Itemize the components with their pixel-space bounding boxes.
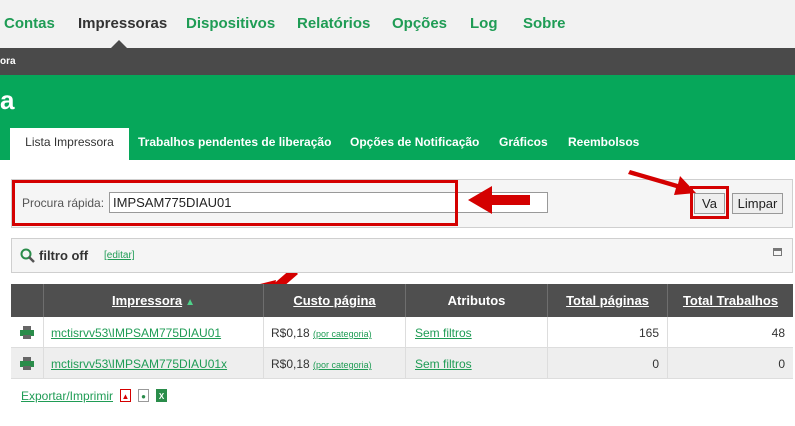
nav-opcoes[interactable]: Opções (392, 15, 447, 32)
cost-value: R$0,18 (271, 357, 310, 371)
table-header: Impressora ▲ Custo página Atributos Total… (11, 284, 793, 317)
tab-lista-impressora[interactable]: Lista Impressora (10, 128, 129, 160)
total-jobs-cell: 48 (667, 317, 793, 347)
column-header-atributos: Atributos (405, 284, 547, 317)
column-header-icon (11, 284, 43, 317)
pdf-icon[interactable]: ▲ (120, 389, 131, 402)
filter-status: filtro off (39, 248, 89, 263)
edit-filter-link[interactable]: [editar] (104, 250, 135, 261)
table-row: mctisrvv53\IMPSAM775DIAU01x R$0,18 (por … (11, 348, 793, 379)
printer-name-link[interactable]: mctisrvv53\IMPSAM775DIAU01 (51, 326, 221, 340)
printer-icon (11, 317, 43, 347)
column-header-custo-pagina[interactable]: Custo página (263, 284, 405, 317)
total-jobs-cell: 0 (667, 348, 793, 378)
nav-sobre[interactable]: Sobre (523, 15, 566, 32)
cost-category-link[interactable]: (por categoria) (313, 360, 372, 370)
total-pages-cell: 0 (547, 348, 667, 378)
html-icon[interactable]: ● (138, 389, 149, 402)
printer-icon (11, 348, 43, 378)
excel-icon[interactable]: X (156, 389, 167, 402)
printer-name-link[interactable]: mctisrvv53\IMPSAM775DIAU01x (51, 357, 227, 371)
nav-relatorios[interactable]: Relatórios (297, 15, 370, 32)
nav-log[interactable]: Log (470, 15, 498, 32)
total-pages-cell: 165 (547, 317, 667, 347)
cost-cell: R$0,18 (por categoria) (263, 317, 405, 347)
tab-graficos[interactable]: Gráficos (499, 135, 548, 149)
column-header-impressora-label: Impressora (112, 293, 183, 308)
filter-panel: filtro off [editar] (11, 238, 793, 273)
tab-trabalhos-pendentes[interactable]: Trabalhos pendentes de liberação (138, 135, 331, 149)
maximize-icon[interactable] (773, 248, 782, 256)
cost-category-link[interactable]: (por categoria) (313, 329, 372, 339)
cost-cell: R$0,18 (por categoria) (263, 348, 405, 378)
export-print-link[interactable]: Exportar/Imprimir (21, 389, 113, 403)
arrow-to-search-icon (468, 186, 530, 214)
tab-opcoes-notificacao[interactable]: Opções de Notificação (350, 135, 479, 149)
page-header: a Lista Impressora Trabalhos pendentes d… (0, 75, 795, 160)
breadcrumb-bar: ora (0, 48, 795, 75)
attributes-link[interactable]: Sem filtros (415, 357, 472, 371)
sort-ascending-icon: ▲ (185, 297, 195, 308)
search-highlight-box (12, 180, 458, 226)
nav-dispositivos[interactable]: Dispositivos (186, 15, 275, 32)
nav-contas[interactable]: Contas (4, 15, 55, 32)
page-title: a (0, 85, 15, 115)
tab-reembolsos[interactable]: Reembolsos (568, 135, 639, 149)
table-row: mctisrvv53\IMPSAM775DIAU01 R$0,18 (por c… (11, 317, 793, 348)
top-nav: Contas Impressoras Dispositivos Relatóri… (0, 0, 795, 48)
arrow-to-go-button-icon (628, 170, 696, 195)
column-header-total-trabalhos[interactable]: Total Trabalhos (667, 284, 793, 317)
printer-name-cell: mctisrvv53\IMPSAM775DIAU01 (43, 317, 263, 347)
attributes-cell: Sem filtros (405, 348, 547, 378)
active-nav-caret-icon (111, 40, 127, 48)
column-header-total-paginas[interactable]: Total páginas (547, 284, 667, 317)
nav-impressoras[interactable]: Impressoras (78, 15, 167, 32)
attributes-cell: Sem filtros (405, 317, 547, 347)
cost-value: R$0,18 (271, 326, 310, 340)
breadcrumb: ora (0, 56, 16, 67)
column-header-impressora[interactable]: Impressora ▲ (43, 284, 263, 317)
attributes-link[interactable]: Sem filtros (415, 326, 472, 340)
search-icon (20, 248, 35, 263)
printer-name-cell: mctisrvv53\IMPSAM775DIAU01x (43, 348, 263, 378)
clear-button[interactable]: Limpar (732, 193, 783, 214)
